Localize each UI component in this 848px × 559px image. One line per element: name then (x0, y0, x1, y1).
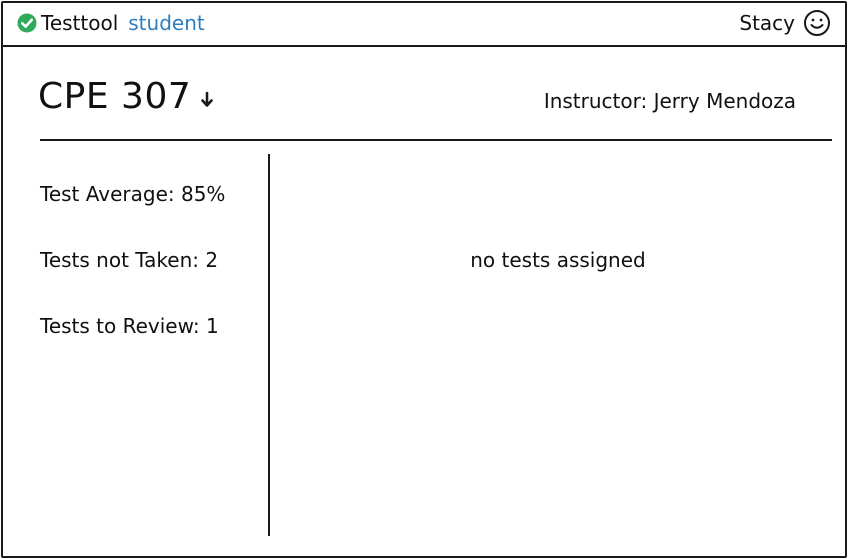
tests-not-taken-stat: Tests not Taken: 2 (40, 248, 219, 272)
user-menu[interactable]: Stacy (739, 9, 831, 37)
arrow-down-icon[interactable] (199, 91, 215, 109)
user-name: Stacy (739, 11, 795, 35)
empty-tests-message: no tests assigned (470, 248, 646, 272)
header-divider (40, 139, 832, 141)
tests-to-review-stat: Tests to Review: 1 (40, 314, 219, 338)
smiley-icon (803, 9, 831, 37)
role-label: student (128, 11, 205, 35)
course-title: CPE 307 (38, 76, 192, 117)
check-circle-icon (17, 13, 37, 33)
stats-sidebar: Test Average: 85% Tests not Taken: 2 Tes… (40, 180, 262, 378)
course-selector[interactable]: CPE 307 (38, 76, 215, 117)
sidebar-divider (268, 154, 270, 536)
instructor-label: Instructor: Jerry Mendoza (543, 89, 796, 113)
top-bar: Testtool student Stacy (1, 1, 847, 47)
brand[interactable]: Testtool student (17, 11, 205, 35)
test-average-stat: Test Average: 85% (40, 182, 226, 206)
app-name: Testtool (41, 11, 119, 35)
